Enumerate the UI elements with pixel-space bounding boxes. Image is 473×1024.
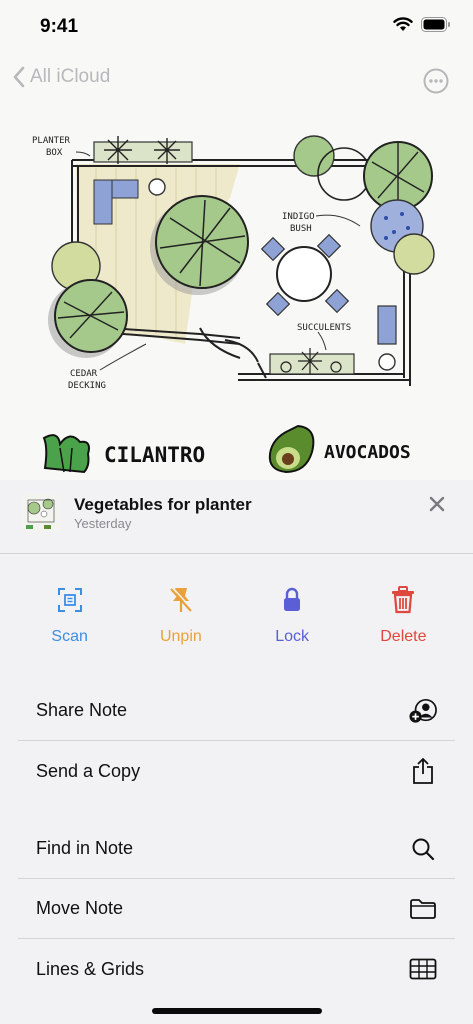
close-icon — [429, 496, 445, 512]
note-tools-menu-group: Find in Note Move Note Lines & Grids — [18, 819, 455, 999]
cilantro-illustration — [42, 434, 90, 474]
planter-box-label-line1: PLANTER — [32, 136, 71, 146]
grid-icon — [409, 958, 437, 980]
chevron-left-icon — [13, 66, 25, 88]
scan-label: Scan — [51, 628, 88, 645]
close-button[interactable] — [429, 496, 445, 517]
navigation-bar: All iCloud — [0, 56, 473, 108]
note-thumbnail — [22, 494, 60, 532]
garden-plan-sketch: PLANTER BOX INDIGO BUSH SUCCULENTS CEDAR… — [32, 135, 435, 474]
find-in-note-row[interactable]: Find in Note — [18, 819, 455, 879]
home-indicator[interactable] — [152, 1008, 322, 1014]
find-in-note-label: Find in Note — [36, 838, 134, 858]
note-actions-sheet: Vegetables for planter Yesterday Scan Un… — [0, 480, 473, 1024]
planter-box-label-line2: BOX — [46, 148, 63, 158]
status-bar: 9:41 — [0, 0, 473, 56]
back-button-label: All iCloud — [30, 66, 111, 87]
delete-label: Delete — [380, 628, 427, 645]
delete-button[interactable]: Delete — [348, 584, 459, 654]
lock-button[interactable]: Lock — [237, 584, 348, 654]
back-button[interactable]: All iCloud — [12, 66, 110, 88]
lock-label: Lock — [275, 628, 310, 645]
send-copy-icon — [413, 757, 433, 784]
quick-actions: Scan Unpin Lock Delete — [14, 584, 459, 654]
avocado-illustration — [268, 424, 315, 474]
lines-grids-row[interactable]: Lines & Grids — [18, 939, 455, 999]
cilantro-heading: CILANTRO — [104, 443, 205, 467]
sheet-header: Vegetables for planter Yesterday — [0, 480, 473, 554]
scan-button[interactable]: Scan — [14, 584, 125, 654]
more-options-button[interactable] — [423, 68, 449, 99]
avocados-heading: AVOCADOS — [324, 442, 411, 463]
unpin-label: Unpin — [159, 628, 202, 645]
magnifier-icon — [412, 838, 435, 860]
ellipsis-circle-icon — [423, 68, 449, 94]
scan-icon — [57, 588, 82, 612]
status-icons — [393, 17, 451, 32]
status-time: 9:41 — [40, 16, 79, 37]
trash-icon — [392, 586, 415, 614]
share-note-icon — [409, 698, 437, 723]
succulents-label: SUCCULENTS — [297, 323, 351, 333]
cedar-decking-label-line1: CEDAR — [70, 369, 98, 379]
share-note-row[interactable]: Share Note — [18, 681, 455, 741]
folder-icon — [410, 898, 436, 919]
wifi-icon — [393, 17, 413, 31]
cedar-decking-label-line2: DECKING — [68, 381, 106, 391]
share-note-label: Share Note — [36, 700, 128, 720]
send-copy-row[interactable]: Send a Copy — [18, 741, 455, 801]
sheet-note-date: Yesterday — [74, 516, 132, 531]
indigo-bush-label-line1: INDIGO — [282, 212, 315, 222]
lock-icon — [284, 587, 301, 611]
sheet-note-title: Vegetables for planter — [74, 495, 252, 514]
move-note-row[interactable]: Move Note — [18, 879, 455, 939]
battery-icon — [421, 17, 450, 32]
share-menu-group: Share Note Send a Copy — [18, 681, 455, 801]
move-note-label: Move Note — [36, 898, 124, 918]
lines-grids-label: Lines & Grids — [36, 958, 145, 979]
note-canvas[interactable]: PLANTER BOX INDIGO BUSH SUCCULENTS CEDAR… — [0, 108, 473, 480]
unpin-icon — [170, 587, 193, 612]
unpin-button[interactable]: Unpin — [125, 584, 236, 654]
indigo-bush-label-line2: BUSH — [290, 224, 312, 234]
send-copy-label: Send a Copy — [36, 760, 141, 781]
